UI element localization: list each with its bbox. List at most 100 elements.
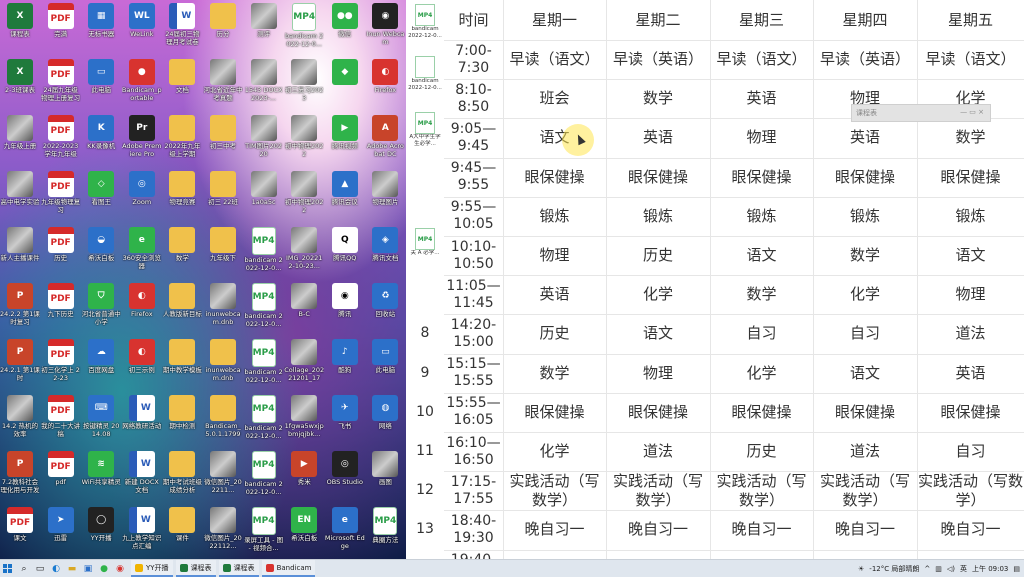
ime-indicator[interactable]: 英 — [960, 564, 967, 574]
time-cell[interactable]: 11:05— 11:45 — [444, 275, 503, 314]
subject-cell[interactable]: 晚自习一 — [917, 510, 1024, 549]
desktop-icon[interactable]: PDF 历史 — [41, 227, 81, 270]
desktop-icon[interactable]: P 24.2.1 第1课时 — [0, 339, 40, 382]
subject-cell[interactable]: 化学 — [606, 275, 710, 314]
desktop-icon[interactable]: Pr Adobe Premiere Pro — [122, 115, 162, 158]
desktop-icon[interactable]: 物理图片 — [365, 171, 405, 214]
desktop-icon[interactable]: e 360安全浏览器 — [122, 227, 162, 270]
desktop-icon[interactable]: inunwebcam.dnb — [203, 339, 243, 382]
desktop-icon[interactable]: P 7.2教科社会理化用与开发 — [0, 451, 40, 494]
header-day[interactable]: 星期二 — [606, 0, 710, 40]
subject-cell[interactable]: 英语 — [710, 79, 813, 118]
subject-cell[interactable] — [813, 550, 917, 559]
desktop-icon[interactable]: X 课程表 — [0, 3, 40, 46]
desktop-icon[interactable]: 初三中考 — [203, 115, 243, 158]
subject-cell[interactable] — [917, 550, 1024, 559]
taskbar-app-button[interactable]: 课程表 — [218, 560, 259, 577]
start-icon[interactable] — [2, 563, 14, 575]
desktop-icon[interactable]: ➤ 迅雷 — [41, 507, 81, 550]
weather-text[interactable]: -12°C 局部晴朗 — [869, 564, 919, 574]
desktop-icon[interactable]: ◎ OBS Studio — [325, 451, 365, 494]
row-number[interactable]: 10 — [406, 393, 444, 432]
desktop-icon[interactable]: ◎ Zoom — [122, 171, 162, 214]
subject-cell[interactable]: 语文 — [917, 236, 1024, 275]
subject-cell[interactable]: 早读（语文） — [710, 40, 813, 79]
desktop-icon[interactable]: ◍ 网络 — [365, 395, 405, 438]
time-cell[interactable]: 7:00-7:30 — [444, 40, 503, 79]
time-cell[interactable]: 9:05— 9:45 — [444, 118, 503, 157]
volume-icon[interactable]: ◁) — [947, 565, 955, 573]
desktop-icon[interactable]: 14.2 热机的效率 — [0, 395, 40, 438]
desktop-icon[interactable]: ◇ 看图王 — [81, 171, 121, 214]
desktop-icon[interactable]: Collage_20221201_173... — [284, 339, 324, 382]
subject-cell[interactable]: 眼保健操 — [503, 158, 606, 197]
desktop-icon[interactable]: ▦ 无标书器 — [81, 3, 121, 46]
desktop-icon[interactable]: Bandicam_5.0.1.1799_... — [203, 395, 243, 438]
edge-icon[interactable]: ◐ — [50, 563, 62, 575]
subject-cell[interactable]: 锻炼 — [606, 197, 710, 236]
desktop-icon[interactable]: IMG_20221 2-10-23... — [284, 227, 324, 270]
desktop-icon[interactable]: W 24届初三物理月考试卷 — [162, 3, 202, 46]
desktop-icon[interactable]: ▭ 此电脑 — [81, 59, 121, 102]
desktop-icon[interactable]: W 新建 DOCX 文档 — [122, 451, 162, 494]
desktop-icon[interactable]: ◉ Inun Webcam — [365, 3, 405, 46]
clock[interactable]: 上午 09:03 — [972, 564, 1008, 574]
subject-cell[interactable]: 晚自习一 — [503, 510, 606, 549]
desktop-icon[interactable]: ♪ 酷狗 — [325, 339, 365, 382]
subject-cell[interactable]: 眼保健操 — [503, 393, 606, 432]
desktop-icon[interactable]: 2022年九年级上学期 — [162, 115, 202, 158]
desktop-icon[interactable]: PDF 2022-2023学年九年级 — [41, 115, 81, 158]
desktop-icon[interactable]: K KK录像机 — [81, 115, 121, 158]
desktop-icon[interactable]: ♻ 回收站 — [365, 283, 405, 326]
subject-cell[interactable]: 早读（语文） — [503, 40, 606, 79]
desktop-icon[interactable]: ◐ Firefox — [122, 283, 162, 326]
desktop-icon[interactable]: Q 腾讯QQ — [325, 227, 365, 270]
subject-cell[interactable]: 英语 — [503, 275, 606, 314]
desktop-icon[interactable]: e Microsoft Edge — [325, 507, 365, 550]
desktop-icon[interactable]: ▭ 此电脑 — [365, 339, 405, 382]
subject-cell[interactable]: 化学 — [503, 432, 606, 471]
desktop-icon[interactable]: 微信图片_202211... — [203, 451, 243, 494]
subject-cell[interactable]: 历史 — [606, 236, 710, 275]
desktop-icon[interactable]: 初三复习2023 — [284, 59, 324, 102]
subject-cell[interactable]: 自习 — [813, 314, 917, 353]
desktop-icon[interactable]: PDF 完满 — [41, 3, 81, 46]
subject-cell[interactable]: 早读（英语） — [606, 40, 710, 79]
desktop-icon[interactable]: 新人主播课件 — [0, 227, 40, 270]
time-cell[interactable]: 16:10— 16:50 — [444, 432, 503, 471]
subject-cell[interactable]: 眼保健操 — [606, 393, 710, 432]
desktop-icon[interactable]: EN 希沃白板 — [284, 507, 324, 550]
subject-cell[interactable]: 英语 — [606, 118, 710, 157]
subject-cell[interactable] — [503, 550, 606, 559]
desktop-icon[interactable]: ▶ 腾讯视频 — [325, 115, 365, 158]
row-number[interactable]: 11 — [406, 432, 444, 471]
subject-cell[interactable]: 语文 — [813, 354, 917, 393]
time-cell[interactable]: 18:40- 19:30 — [444, 510, 503, 549]
subject-cell[interactable]: 自习 — [710, 314, 813, 353]
taskbar-app-button[interactable]: YY开播 — [131, 560, 173, 577]
strip-file-item[interactable]: bandicam 2022-12-0... — [408, 56, 442, 92]
taskbar-app-button[interactable]: Bandicam — [261, 560, 316, 577]
desktop-icon[interactable]: 1fgwa5wxjpbmjqjbk... — [284, 395, 324, 438]
desktop-icon[interactable]: 期中考试班级成绩分析 — [162, 451, 202, 494]
subject-cell[interactable]: 数学 — [813, 236, 917, 275]
desktop-icon[interactable]: 测评 — [244, 3, 284, 46]
desktop-icon[interactable]: MP4 bandicam 2022-12-0... — [244, 395, 284, 440]
header-day[interactable]: 星期一 — [503, 0, 606, 40]
header-day[interactable]: 星期四 — [813, 0, 917, 40]
desktop-icon[interactable]: PDF 九下历史 — [41, 283, 81, 326]
desktop-icon[interactable]: PDF 初三化学上 22-23 — [41, 339, 81, 382]
row-number[interactable]: 9 — [406, 354, 444, 393]
desktop-icon[interactable]: 数学 — [162, 227, 202, 270]
desktop-icon[interactable]: ⛉ 河北省普通中小学 — [81, 283, 121, 326]
subject-cell[interactable]: 实践活动（写数学） — [606, 471, 710, 510]
desktop-icon[interactable]: B-C — [284, 283, 324, 326]
subject-cell[interactable]: 眼保健操 — [813, 158, 917, 197]
desktop-icon[interactable]: PDF 课文 — [0, 507, 40, 550]
time-cell[interactable]: 8:10-8:50 — [444, 79, 503, 118]
desktop-icon[interactable]: WL WeLink — [122, 3, 162, 46]
desktop-icon[interactable]: W 九上教学知识点汇编 — [122, 507, 162, 550]
desktop-icon[interactable]: MP4 bandicam 2022-12-0... — [244, 283, 284, 328]
strip-file-item[interactable]: MP4 关 A 必学... — [408, 228, 442, 264]
desktop-icon[interactable]: ◐ Firefox — [365, 59, 405, 102]
